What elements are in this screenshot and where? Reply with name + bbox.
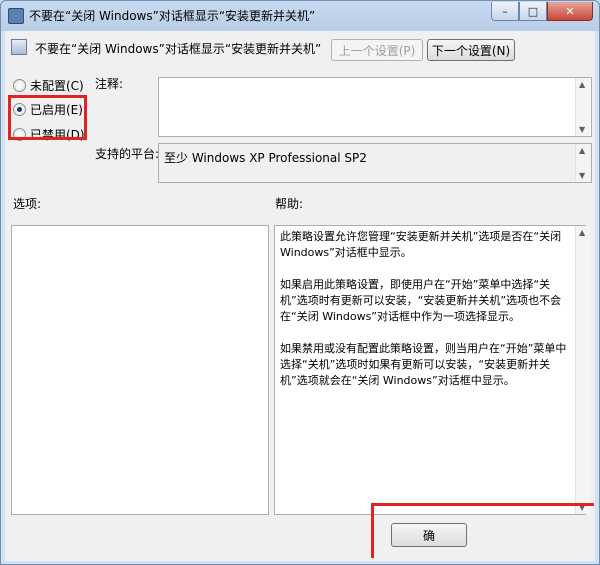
close-icon: ✕ <box>565 4 575 18</box>
options-panel <box>11 225 269 515</box>
minimize-icon: – <box>502 4 508 18</box>
policy-icon <box>8 8 24 24</box>
minimize-button[interactable]: – <box>491 2 519 21</box>
window-title: 不要在“关闭 Windows”对话框显示“安装更新并关机” <box>29 9 316 23</box>
comment-textarea[interactable] <box>158 77 592 137</box>
maximize-button[interactable]: □ <box>519 2 547 21</box>
title-bar[interactable]: 不要在“关闭 Windows”对话框显示“安装更新并关机” – □ ✕ <box>1 1 599 29</box>
help-paragraph: 如果禁用或没有配置此策略设置，则当用户在“开始”菜单中选择“关机”选项时如果有更… <box>280 342 567 387</box>
ok-button[interactable]: 确 <box>391 523 467 547</box>
platform-value: 至少 Windows XP Professional SP2 <box>164 151 367 165</box>
options-label: 选项: <box>13 197 42 211</box>
close-button[interactable]: ✕ <box>547 2 593 21</box>
help-text: 此策略设置允许您管理“安装更新并关机”选项是否在“关闭 Windows”对话框中… <box>280 229 570 405</box>
caption-buttons: – □ ✕ <box>491 2 593 21</box>
previous-setting-button[interactable]: 上一个设置(P) <box>331 39 423 61</box>
help-scrollbar[interactable]: ▲ ▼ <box>575 226 590 514</box>
enabled-highlight-box <box>8 95 87 140</box>
next-setting-button[interactable]: 下一个设置(N) <box>427 39 515 61</box>
help-paragraph: 此策略设置允许您管理“安装更新并关机”选项是否在“关闭 Windows”对话框中… <box>280 230 562 259</box>
platform-field: 至少 Windows XP Professional SP2 <box>158 143 592 183</box>
scroll-up-icon[interactable]: ▲ <box>579 80 585 89</box>
radio-not-configured[interactable]: 未配置(C) <box>13 77 84 94</box>
radio-not-configured-label: 未配置(C) <box>30 79 84 93</box>
maximize-icon: □ <box>527 4 539 18</box>
help-label: 帮助: <box>275 197 304 211</box>
comment-label: 注释: <box>95 77 124 91</box>
scroll-up-icon[interactable]: ▲ <box>579 146 585 155</box>
policy-dialog-window: 不要在“关闭 Windows”对话框显示“安装更新并关机” – □ ✕ 不要在“… <box>0 0 600 565</box>
scroll-up-icon[interactable]: ▲ <box>579 228 585 237</box>
comment-scrollbar[interactable]: ▲ ▼ <box>575 78 590 136</box>
radio-circle <box>13 79 26 92</box>
setting-icon <box>11 39 27 55</box>
platform-scrollbar[interactable]: ▲ ▼ <box>575 144 590 182</box>
setting-name: 不要在“关闭 Windows”对话框显示“安装更新并关机” <box>35 42 322 56</box>
dialog-body: 不要在“关闭 Windows”对话框显示“安装更新并关机” 上一个设置(P) 下… <box>5 31 595 561</box>
scroll-down-icon[interactable]: ▼ <box>579 171 585 180</box>
help-panel: 此策略设置允许您管理“安装更新并关机”选项是否在“关闭 Windows”对话框中… <box>274 225 586 515</box>
help-paragraph: 如果启用此策略设置，即使用户在“开始”菜单中选择“关机”选项时有更新可以安装，“… <box>280 278 562 323</box>
platform-label: 支持的平台: <box>95 147 160 161</box>
scroll-down-icon[interactable]: ▼ <box>579 125 585 134</box>
